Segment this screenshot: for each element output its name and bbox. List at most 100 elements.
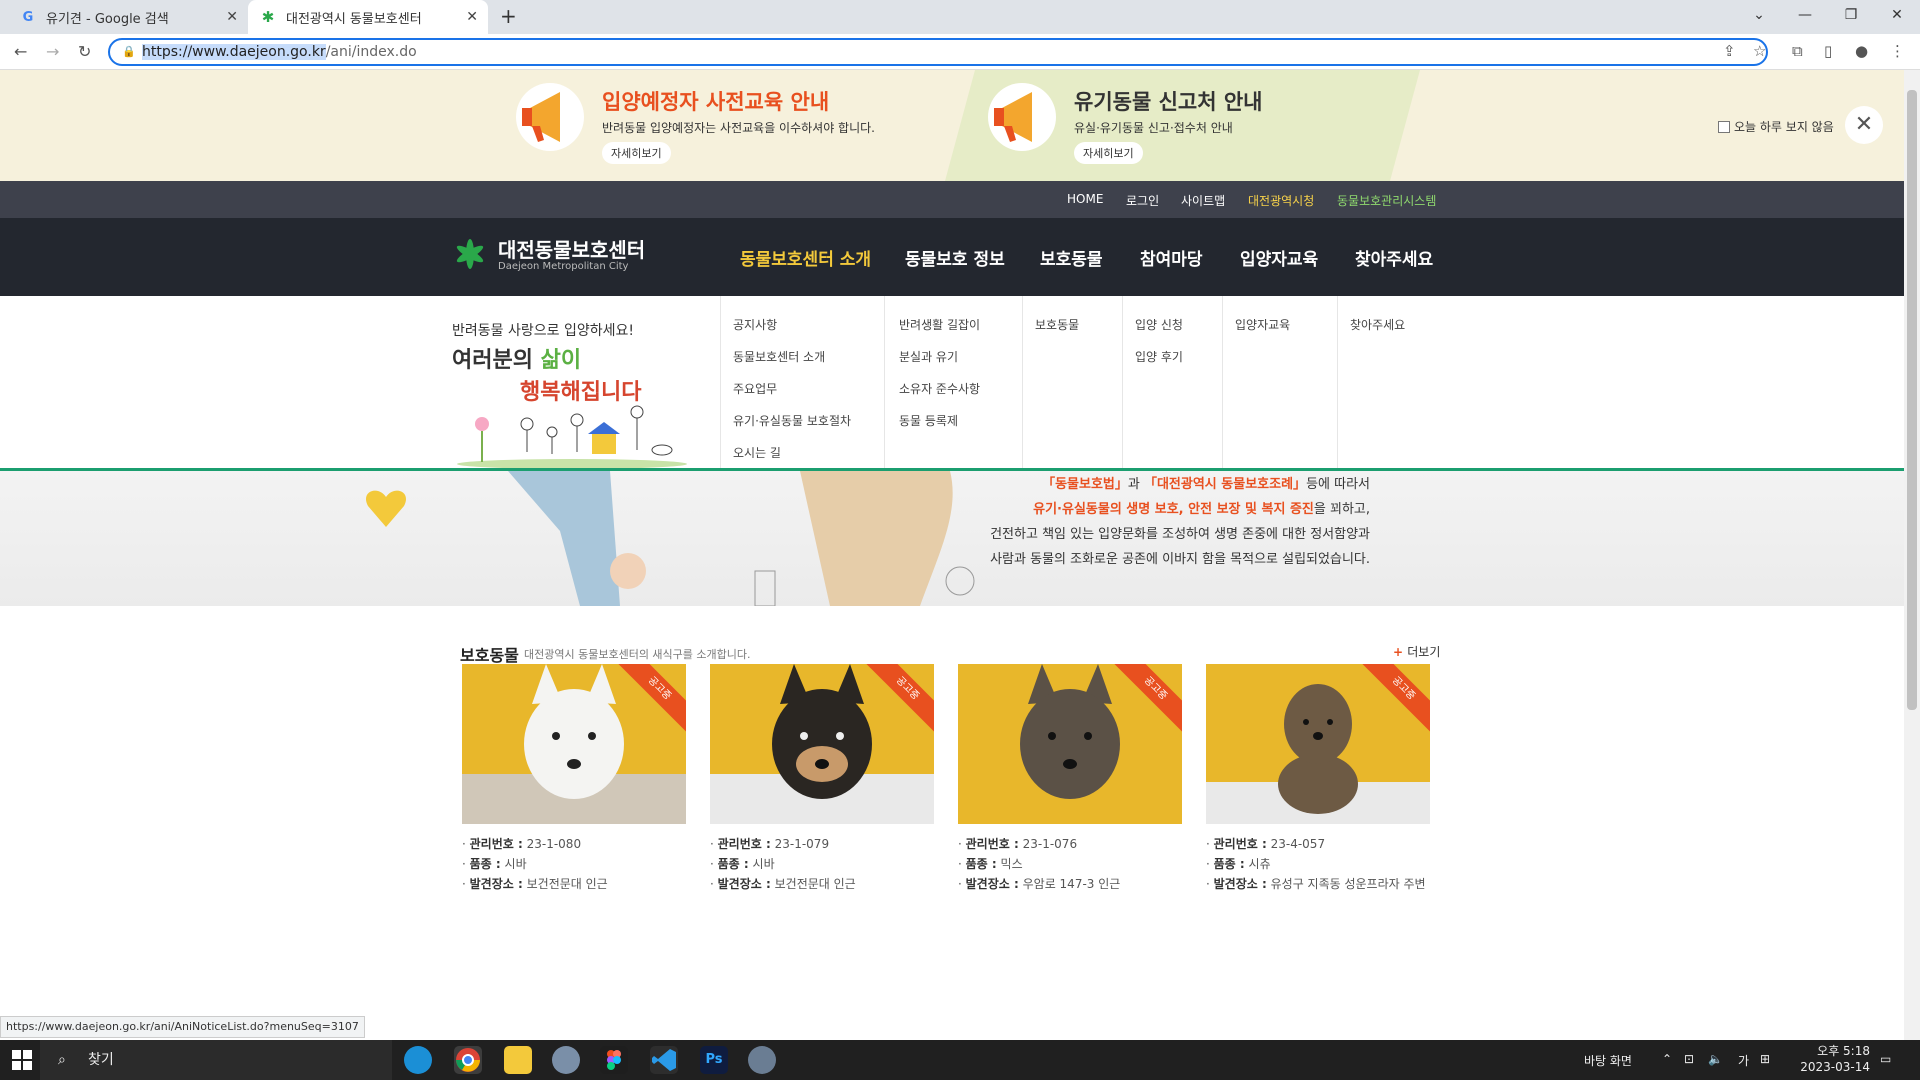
side-panel-icon[interactable]: ▯ — [1824, 42, 1832, 60]
network-icon[interactable]: ⊡ — [1684, 1052, 1694, 1066]
paint-brush-icon[interactable] — [748, 1046, 776, 1074]
util-link-login[interactable]: 로그인 — [1126, 192, 1159, 209]
gnb-adopter-education[interactable]: 입양자교육 — [1240, 245, 1318, 270]
figma-icon[interactable] — [600, 1046, 628, 1074]
tab-daejeon[interactable]: ✱ 대전광역시 동물보호센터 ✕ — [248, 0, 488, 34]
notification-icon[interactable]: ▭ — [1880, 1052, 1891, 1066]
extensions-icon[interactable]: ⧉ — [1792, 42, 1803, 60]
checkbox-box[interactable] — [1718, 120, 1730, 133]
logo-subtitle: Daejeon Metropolitan City — [498, 261, 629, 272]
gnb-protection-info[interactable]: 동물보호 정보 — [905, 245, 1005, 270]
tab-google-search[interactable]: G 유기견 - Google 검색 ✕ — [8, 0, 248, 34]
mega-link-find[interactable]: 찾아주세요 — [1350, 316, 1405, 333]
share-icon[interactable]: ⇪ — [1723, 42, 1736, 60]
mega-col-animals: 보호동물 — [1022, 296, 1122, 468]
profile-icon[interactable]: ● — [1855, 42, 1868, 60]
animal-photo[interactable]: 공고중 — [1206, 664, 1430, 824]
mega-link-center-intro[interactable]: 동물보호센터 소개 — [733, 348, 825, 365]
clock-time[interactable]: 오후 5:18 — [1800, 1042, 1870, 1059]
util-link-management-system[interactable]: 동물보호관리시스템 — [1337, 192, 1436, 209]
label-breed: 품종 : — [1213, 857, 1245, 871]
more-label: 더보기 — [1407, 645, 1441, 659]
gnb-find-animal[interactable]: 찾아주세요 — [1355, 245, 1433, 270]
hero-text: 등에 따라서 — [1306, 477, 1370, 492]
photoshop-icon[interactable]: Ps — [700, 1046, 728, 1074]
file-explorer-icon[interactable] — [504, 1046, 532, 1074]
hero-text-ordinance: 「대전광역시 동물보호조례」 — [1143, 477, 1307, 492]
util-link-home[interactable]: HOME — [1067, 192, 1103, 206]
banner-right-more-button[interactable]: 자세히보기 — [1074, 142, 1143, 164]
mega-link-protection-process[interactable]: 유기·유실동물 보호절차 — [733, 412, 851, 429]
gnb-protected-animals[interactable]: 보호동물 — [1040, 245, 1103, 270]
desktop-label[interactable]: 바탕 화면 — [1584, 1052, 1632, 1069]
label-place: 발견장소 : — [965, 877, 1019, 891]
dont-show-today-checkbox[interactable]: 오늘 하루 보지 않음 — [1718, 118, 1834, 135]
paint-icon[interactable] — [552, 1046, 580, 1074]
mega-col-education: 입양자교육 — [1222, 296, 1337, 468]
info-row-id: · 관리번호 : 23-1-076 — [958, 837, 1078, 851]
mega-link-loss-abandon[interactable]: 분실과 유기 — [899, 348, 958, 365]
mega-link-protected-animals[interactable]: 보호동물 — [1035, 316, 1079, 333]
banner-left-more-button[interactable]: 자세히보기 — [602, 142, 671, 164]
mega-link-adopt-apply[interactable]: 입양 신청 — [1135, 316, 1183, 333]
chrome-icon[interactable] — [454, 1046, 482, 1074]
section-title: 보호동물 — [460, 646, 519, 665]
info-row-id: · 관리번호 : 23-4-057 — [1206, 837, 1326, 851]
banner-right-sub: 유실·유기동물 신고·접수처 안내 — [1074, 121, 1233, 135]
animal-photo[interactable]: 공고중 — [958, 664, 1182, 824]
reload-icon[interactable]: ↻ — [78, 42, 91, 61]
mega-link-owner-rules[interactable]: 소유자 준수사항 — [899, 380, 980, 397]
ime-indicator[interactable]: 가 — [1738, 1052, 1749, 1069]
protected-animals-section: 보호동물 대전광역시 동물보호센터의 새식구를 소개합니다. + 더보기 공고중… — [0, 606, 1904, 1040]
info-row-place: · 발견장소 : 보건전문대 인근 — [462, 877, 608, 891]
logo-star-icon — [456, 239, 484, 269]
tray-chevron-icon[interactable]: ⌃ — [1662, 1052, 1672, 1066]
back-icon[interactable]: ← — [14, 42, 27, 61]
util-link-cityhall[interactable]: 대전광역시청 — [1248, 192, 1314, 209]
vscode-icon[interactable] — [650, 1046, 678, 1074]
forward-icon[interactable]: → — [46, 42, 59, 61]
star-icon[interactable]: ☆ — [1753, 42, 1766, 60]
new-tab-button[interactable]: + — [500, 4, 517, 28]
gnb-participation[interactable]: 참여마당 — [1140, 245, 1203, 270]
mega-link-adopt-review[interactable]: 입양 후기 — [1135, 348, 1183, 365]
mega-link-directions[interactable]: 오시는 길 — [733, 444, 781, 461]
animal-place: 우암로 147-3 인근 — [1022, 877, 1121, 891]
hero-text: 과 — [1127, 477, 1144, 492]
mega-link-main-work[interactable]: 주요업무 — [733, 380, 777, 397]
close-window-button[interactable]: ✕ — [1874, 0, 1920, 30]
volume-icon[interactable]: 🔈 — [1708, 1052, 1723, 1066]
close-icon[interactable]: ✕ — [466, 9, 478, 25]
clock-date[interactable]: 2023-03-14 — [1794, 1060, 1870, 1074]
animal-breed: 시바 — [752, 857, 775, 871]
animal-photo[interactable]: 공고중 — [462, 664, 686, 824]
ime-mode-icon[interactable]: ⊞ — [1760, 1052, 1770, 1066]
close-icon[interactable]: ✕ — [1845, 106, 1883, 144]
page-scrollbar[interactable] — [1904, 70, 1920, 1040]
link-status-bar: https://www.daejeon.go.kr/ani/AniNoticeL… — [0, 1016, 365, 1038]
mega-link-registration[interactable]: 동물 등록제 — [899, 412, 958, 429]
page-viewport: 입양예정자 사전교육 안내 반려동물 입양예정자는 사전교육을 이수하셔야 합니… — [0, 70, 1904, 1040]
logo-title[interactable]: 대전동물보호센터 — [498, 234, 645, 263]
minimize-button[interactable]: — — [1782, 0, 1828, 30]
mega-link-education[interactable]: 입양자교육 — [1235, 316, 1290, 333]
util-link-sitemap[interactable]: 사이트맵 — [1181, 192, 1225, 209]
mega-link-pet-guide[interactable]: 반려생활 길잡이 — [899, 316, 980, 333]
close-icon[interactable]: ✕ — [226, 9, 238, 25]
menu-icon[interactable]: ⋮ — [1890, 42, 1905, 60]
hero-line-3: 건전하고 책임 있는 입양문화를 조성하여 생명 존중에 대한 정서함양과 — [990, 527, 1370, 542]
animal-info: · 관리번호 : 23-1-079 · 품종 : 시바 · 발견장소 : 보건전… — [710, 834, 934, 894]
edge-icon[interactable] — [404, 1046, 432, 1074]
scrollbar-thumb[interactable] — [1907, 90, 1917, 710]
url-input[interactable]: 🔒 https://www.daejeon.go.kr/ani/index.do — [108, 38, 1768, 66]
windows-start-icon[interactable] — [12, 1050, 32, 1070]
taskbar-search-box[interactable]: ⌕ 찾기 — [40, 1040, 392, 1080]
more-link[interactable]: + 더보기 — [1393, 643, 1440, 660]
mega-link-notice[interactable]: 공지사항 — [733, 316, 777, 333]
animal-photo[interactable]: 공고중 — [710, 664, 934, 824]
mega-col-intro: 공지사항 동물보호센터 소개 주요업무 유기·유실동물 보호절차 오시는 길 — [720, 296, 884, 468]
mega-menu: 반려동물 사랑으로 입양하세요! 여러분의 삶이 행복해집니다 공지사항 동물보… — [0, 296, 1904, 468]
gnb-intro[interactable]: 동물보호센터 소개 — [740, 245, 871, 270]
restore-button[interactable]: ❐ — [1828, 0, 1874, 30]
tab-search-icon[interactable]: ⌄ — [1736, 0, 1782, 30]
